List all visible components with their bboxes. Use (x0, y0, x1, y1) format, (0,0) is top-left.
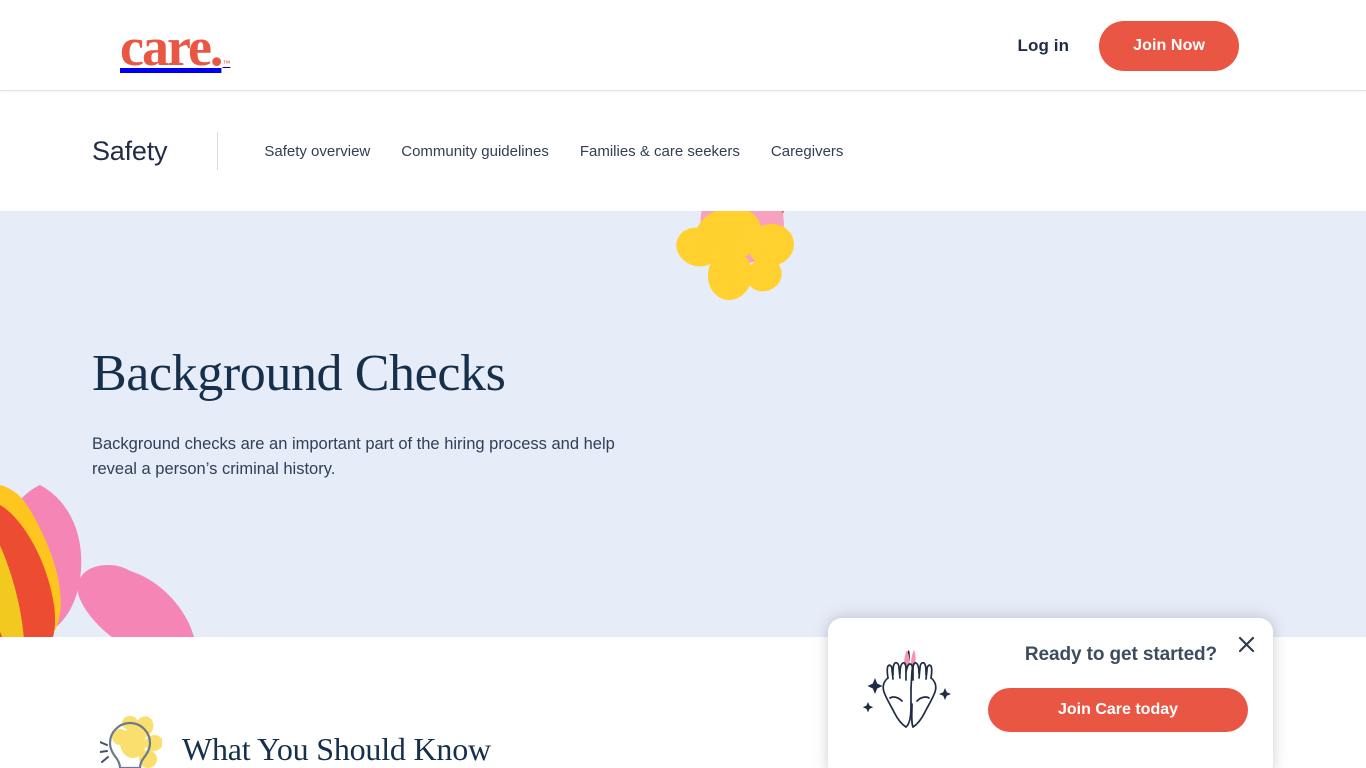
section-heading-row: What You Should Know (100, 715, 491, 768)
care-logo[interactable]: care. ™ (120, 20, 230, 74)
subnav-item-caregivers[interactable]: Caregivers (771, 143, 844, 160)
flower-blob-decoration-icon (676, 211, 794, 300)
subnav-title: Safety (92, 135, 168, 166)
join-care-today-button[interactable]: Join Care today (988, 688, 1248, 732)
subnav-item-families-care-seekers[interactable]: Families & care seekers (580, 143, 740, 160)
high-five-hands-illustration (862, 650, 951, 728)
hero-section: Background Checks Background checks are … (0, 211, 1366, 637)
page-root: care. ™ Log in Join Now Safety Safety ov… (0, 0, 1366, 768)
popup-title: Ready to get started? (1024, 644, 1218, 665)
subnav-item-community-guidelines[interactable]: Community guidelines (401, 143, 549, 160)
join-promo-popup: Ready to get started? Join Care today (828, 618, 1273, 768)
subnav-divider (217, 132, 219, 170)
care-logo-text: care. (120, 17, 223, 77)
subnav-links: Safety overview Community guidelines Fam… (264, 143, 843, 160)
popup-content: Ready to get started? Join Care today (988, 644, 1254, 732)
hero-subtitle: Background checks are an important part … (92, 435, 615, 478)
login-link[interactable]: Log in (1017, 36, 1069, 56)
site-header: care. ™ Log in Join Now (0, 0, 1366, 91)
header-actions: Log in Join Now (1017, 0, 1366, 91)
lightbulb-icon (100, 716, 162, 768)
join-now-button[interactable]: Join Now (1099, 20, 1239, 71)
section-title: What You Should Know (182, 730, 491, 767)
hero-content: Background Checks Background checks are … (92, 345, 632, 481)
page-title: Background Checks (92, 345, 506, 402)
subnav-item-safety-overview[interactable]: Safety overview (264, 143, 370, 160)
trademark-symbol: ™ (222, 59, 231, 68)
petal-decoration-icon (0, 485, 194, 637)
safety-subnav: Safety Safety overview Community guideli… (0, 91, 1366, 211)
